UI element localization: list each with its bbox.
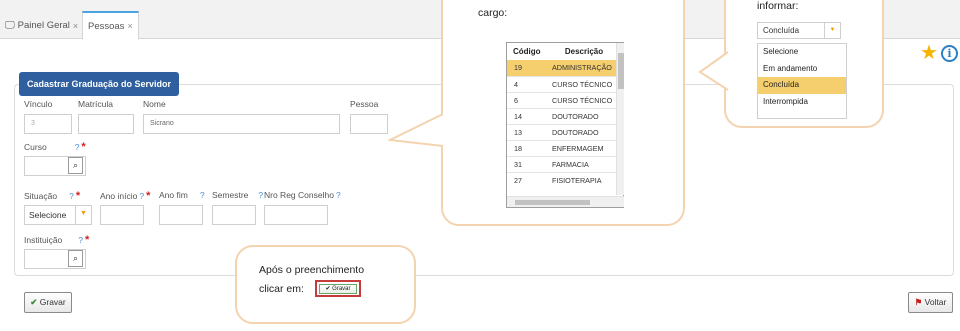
callout-tail [698,51,729,91]
semestre-label: Semestre? [212,190,264,200]
vinculo-field[interactable]: 3 [24,114,72,134]
monitor-icon: 🖵 [5,20,15,31]
close-icon[interactable]: × [73,21,78,31]
help-icon[interactable]: ? [75,142,80,152]
gravar-button[interactable]: ✔ Gravar [24,292,72,313]
chevron-down-icon[interactable]: ▼ [75,206,91,224]
situacao-dropdown[interactable]: Concluída ▼ [757,22,841,39]
flag-icon: ⚑ [914,297,923,307]
nro-reg-conselho-label: Nro Reg Conselho? [264,190,341,200]
help-icon[interactable]: ? [200,190,205,200]
ano-inicio-label: Ano início? * [100,190,151,202]
scroll-thumb[interactable] [515,200,590,205]
option-em-andamento[interactable]: Em andamento [758,61,846,78]
vertical-scrollbar[interactable] [616,43,624,195]
table-row[interactable]: 27 FISIOTERAPIA [507,172,616,188]
mini-gravar-label: ✔ Gravar [319,284,357,294]
option-concluida[interactable]: Concluída [758,77,846,94]
vinculo-label: Vínculo [24,99,53,109]
voltar-label: Voltar [924,297,947,307]
callout-cargo-text: cargo: [478,7,508,19]
table-row[interactable]: 6 CURSO TÉCNICO [507,92,616,108]
col-descricao[interactable]: Descrição [552,47,616,56]
close-icon[interactable]: × [127,21,132,31]
ano-inicio-field[interactable] [100,205,144,225]
nome-field[interactable]: Sicrano [143,114,340,134]
voltar-button[interactable]: ⚑ Voltar [908,292,953,313]
table-row[interactable]: 31 FARMACIA [507,156,616,172]
matricula-field[interactable] [78,114,134,134]
option-selecione[interactable]: Selecione [758,44,846,61]
matricula-label: Matrícula [78,99,113,109]
grid-header: Código Descrição [507,43,616,59]
callout-situacao-text: informar: [757,0,799,12]
tab-pessoas[interactable]: Pessoas × [82,11,139,40]
tab-label: Painel Geral [17,20,70,31]
required-marker: * [85,234,90,246]
required-marker: * [146,190,151,202]
horizontal-scrollbar[interactable] [507,196,624,207]
ano-fim-label: Ano fim? [159,190,205,200]
nome-label: Nome [143,99,166,109]
help-icon[interactable]: ? [258,190,263,200]
callout-tail [388,113,444,147]
chevron-down-icon[interactable]: ▼ [824,23,840,38]
situacao-select[interactable]: Selecione ▼ [24,205,92,225]
ano-fim-field[interactable] [159,205,203,225]
scroll-thumb[interactable] [618,53,624,89]
help-icon[interactable]: ? [69,191,74,201]
info-icon[interactable]: i [941,45,958,62]
callout-gravar-line2: clicar em: [259,283,304,295]
semestre-field[interactable] [212,205,256,225]
gravar-label: Gravar [39,297,66,307]
panel-legend: Cadastrar Graduação do Servidor [19,72,180,96]
pessoa-label: Pessoa [350,99,379,109]
nro-reg-conselho-field[interactable] [264,205,328,225]
table-row[interactable]: 13 DOUTORADO [507,124,616,140]
help-icon[interactable]: ? [78,235,83,245]
situacao-options: Selecione Em andamento Concluída Interro… [757,43,847,119]
situacao-label: Situação? * [24,190,81,202]
instituicao-label: Instituição? * [24,234,90,246]
dropdown-value: Concluída [763,26,800,35]
star-icon[interactable]: ★ [920,43,938,63]
option-interrompida[interactable]: Interrompida [758,94,846,111]
cargo-grid: Código Descrição 19 ADMINISTRAÇÃO 4 CURS… [506,42,624,208]
pessoa-field[interactable] [350,114,388,134]
help-icon[interactable]: ? [139,191,144,201]
tab-label: Pessoas [88,20,125,32]
check-icon: ✔ [30,297,38,307]
table-row[interactable]: 4 CURSO TÉCNICO [507,76,616,92]
highlighted-gravar-button: ✔ Gravar [315,280,361,297]
required-marker: * [75,190,81,202]
help-icon[interactable]: ? [336,190,341,200]
search-instituicao-button[interactable]: ⌕ [68,250,83,267]
table-row[interactable]: 18 ENFERMAGEM [507,140,616,156]
callout-gravar-line1: Após o preenchimento [259,264,365,276]
table-row[interactable]: 19 ADMINISTRAÇÃO [507,60,616,76]
table-row[interactable]: 14 DOUTORADO [507,108,616,124]
situacao-value: Selecione [29,210,67,220]
curso-label: Curso? * [24,141,86,153]
tab-painel-geral[interactable]: 🖵 Painel Geral × [0,11,83,40]
col-codigo[interactable]: Código [507,47,552,56]
required-marker: * [81,141,86,153]
search-curso-button[interactable]: ⌕ [68,157,83,174]
